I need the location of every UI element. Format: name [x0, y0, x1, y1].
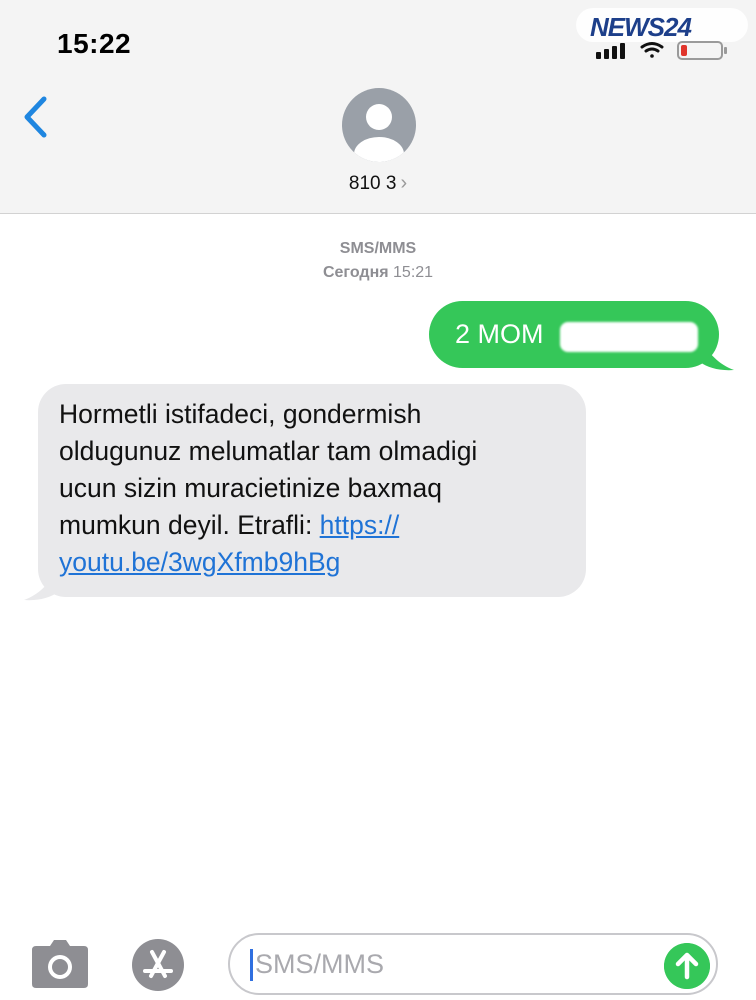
contact-name[interactable]: 810 3 ›	[0, 172, 756, 195]
timestamp: Сегодня 15:21	[0, 264, 756, 282]
news24-watermark: NEWS24	[576, 8, 748, 42]
message-link-part1[interactable]: https://	[320, 510, 400, 540]
redaction-blur	[560, 322, 698, 352]
message-input[interactable]: SMS/MMS	[228, 933, 718, 995]
text-caret	[250, 949, 253, 981]
message-link-part2[interactable]: youtu.be/3wgXfmb9hBg	[59, 547, 340, 577]
received-message-text: Hormetli istifadeci, gondermish oldugunu…	[59, 396, 579, 581]
received-body: Hormetli istifadeci, gondermish oldugunu…	[59, 399, 478, 540]
chevron-right-icon: ›	[400, 172, 408, 194]
timestamp-time: 15:21	[393, 264, 434, 281]
app-store-icon[interactable]	[128, 938, 188, 992]
camera-icon[interactable]	[30, 940, 90, 990]
input-placeholder: SMS/MMS	[255, 949, 385, 979]
status-time: 15:22	[57, 28, 132, 59]
back-chevron-icon[interactable]	[18, 94, 54, 140]
avatar-icon[interactable]	[342, 88, 416, 162]
conversation-header: 15:22 NEWS24 810 3 ›	[0, 0, 756, 214]
contact-number: 810 3	[348, 173, 397, 194]
received-bubble-tail	[24, 570, 58, 601]
wifi-icon	[640, 42, 664, 58]
signal-icon	[596, 43, 625, 59]
timestamp-day: Сегодня	[322, 264, 389, 281]
service-label: SMS/MMS	[339, 240, 417, 257]
status-icons	[596, 41, 727, 60]
sent-bubble-tail	[700, 340, 734, 371]
sent-message-text: 2 MOM	[455, 319, 544, 349]
received-message-bubble[interactable]: Hormetli istifadeci, gondermish oldugunu…	[38, 384, 586, 597]
send-arrow-icon[interactable]	[664, 943, 710, 989]
battery-icon	[677, 41, 727, 60]
